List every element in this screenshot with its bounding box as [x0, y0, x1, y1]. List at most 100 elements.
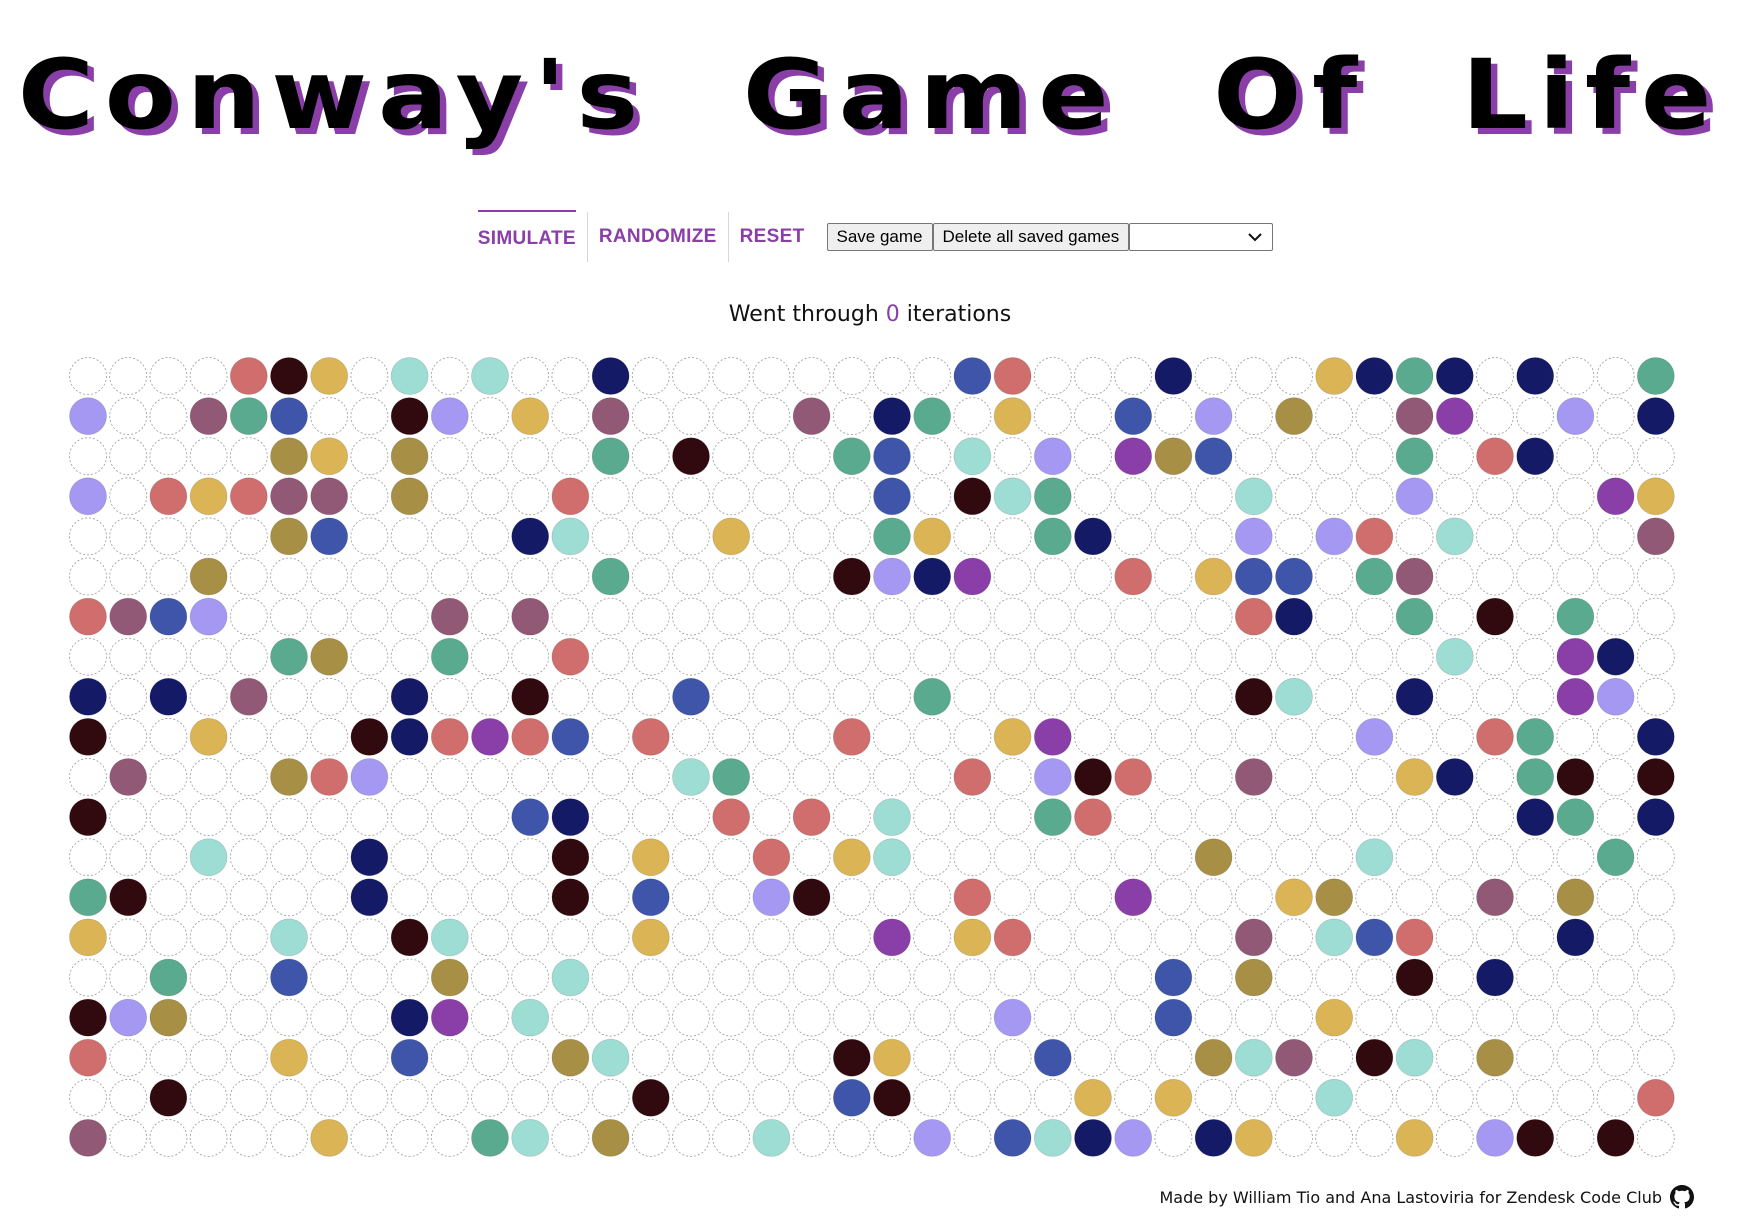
cell-dead[interactable] — [993, 597, 1032, 636]
cell-alive[interactable] — [270, 637, 308, 676]
cell-alive[interactable] — [270, 958, 308, 997]
cell-dead[interactable] — [1556, 718, 1595, 756]
cell-dead[interactable] — [873, 597, 911, 636]
cell-alive[interactable] — [1556, 677, 1595, 716]
cell-dead[interactable] — [1636, 878, 1675, 917]
cell-dead[interactable] — [1154, 397, 1193, 436]
cell-dead[interactable] — [1275, 637, 1313, 676]
cell-dead[interactable] — [672, 998, 710, 1037]
cell-dead[interactable] — [1395, 878, 1434, 917]
cell-dead[interactable] — [873, 718, 911, 756]
cell-dead[interactable] — [591, 798, 630, 836]
cell-dead[interactable] — [1114, 798, 1153, 836]
cell-dead[interactable] — [350, 998, 389, 1037]
cell-alive[interactable] — [1395, 1119, 1434, 1157]
cell-dead[interactable] — [229, 517, 268, 556]
cell-dead[interactable] — [310, 998, 349, 1037]
cell-alive[interactable] — [310, 637, 349, 676]
cell-dead[interactable] — [672, 918, 710, 957]
cell-alive[interactable] — [1636, 477, 1675, 516]
cell-dead[interactable] — [270, 597, 308, 636]
cell-dead[interactable] — [430, 557, 469, 596]
cell-dead[interactable] — [631, 798, 670, 836]
cell-alive[interactable] — [551, 637, 590, 676]
cell-alive[interactable] — [109, 597, 148, 636]
cell-dead[interactable] — [1395, 718, 1434, 756]
cell-alive[interactable] — [310, 357, 349, 395]
cell-dead[interactable] — [390, 1119, 429, 1157]
cell-dead[interactable] — [752, 357, 791, 395]
cell-dead[interactable] — [350, 1119, 389, 1157]
cell-dead[interactable] — [1154, 477, 1193, 516]
cell-alive[interactable] — [1516, 758, 1555, 796]
cell-alive[interactable] — [1154, 1078, 1193, 1117]
cell-alive[interactable] — [69, 677, 107, 716]
cell-alive[interactable] — [1636, 397, 1675, 436]
cell-dead[interactable] — [1556, 477, 1595, 516]
cell-dead[interactable] — [1596, 878, 1635, 917]
cell-dead[interactable] — [1435, 437, 1474, 476]
cell-dead[interactable] — [350, 357, 389, 395]
cell-dead[interactable] — [1154, 718, 1193, 756]
cell-dead[interactable] — [310, 1078, 349, 1117]
cell-alive[interactable] — [1074, 517, 1112, 556]
cell-alive[interactable] — [511, 718, 550, 756]
cell-dead[interactable] — [1476, 1078, 1514, 1117]
cell-dead[interactable] — [471, 878, 509, 917]
cell-dead[interactable] — [189, 1078, 228, 1117]
cell-dead[interactable] — [109, 517, 148, 556]
cell-dead[interactable] — [953, 1119, 992, 1157]
cell-alive[interactable] — [471, 357, 509, 395]
cell-dead[interactable] — [1315, 437, 1354, 476]
cell-dead[interactable] — [1114, 477, 1153, 516]
cell-dead[interactable] — [471, 918, 509, 957]
cell-dead[interactable] — [752, 758, 791, 796]
cell-dead[interactable] — [1435, 838, 1474, 877]
cell-dead[interactable] — [1315, 597, 1354, 636]
save-game-button[interactable]: Save game — [826, 223, 933, 251]
cell-dead[interactable] — [993, 758, 1032, 796]
cell-dead[interactable] — [1315, 718, 1354, 756]
cell-dead[interactable] — [913, 798, 952, 836]
cell-alive[interactable] — [229, 677, 268, 716]
cell-dead[interactable] — [913, 477, 952, 516]
cell-dead[interactable] — [953, 958, 992, 997]
cell-dead[interactable] — [1033, 918, 1072, 957]
cell-alive[interactable] — [1315, 998, 1354, 1037]
cell-alive[interactable] — [631, 918, 670, 957]
cell-alive[interactable] — [832, 1078, 871, 1117]
cell-dead[interactable] — [913, 718, 952, 756]
cell-alive[interactable] — [1395, 758, 1434, 796]
cell-alive[interactable] — [270, 477, 308, 516]
cell-dead[interactable] — [1596, 397, 1635, 436]
cell-dead[interactable] — [591, 958, 630, 997]
cell-dead[interactable] — [1234, 357, 1273, 395]
cell-dead[interactable] — [229, 557, 268, 596]
cell-alive[interactable] — [752, 878, 791, 917]
cell-dead[interactable] — [1033, 838, 1072, 877]
cell-dead[interactable] — [1556, 958, 1595, 997]
cell-alive[interactable] — [1114, 878, 1153, 917]
cell-dead[interactable] — [792, 477, 831, 516]
cell-dead[interactable] — [1194, 718, 1233, 756]
cell-dead[interactable] — [1596, 517, 1635, 556]
cell-dead[interactable] — [1194, 878, 1233, 917]
cell-alive[interactable] — [390, 357, 429, 395]
cell-dead[interactable] — [551, 597, 590, 636]
cell-alive[interactable] — [270, 437, 308, 476]
cell-alive[interactable] — [1275, 597, 1313, 636]
cell-dead[interactable] — [873, 677, 911, 716]
cell-dead[interactable] — [69, 357, 107, 395]
cell-alive[interactable] — [1395, 557, 1434, 596]
cell-alive[interactable] — [430, 958, 469, 997]
cell-alive[interactable] — [1033, 798, 1072, 836]
cell-alive[interactable] — [672, 437, 710, 476]
cell-dead[interactable] — [1556, 1119, 1595, 1157]
cell-dead[interactable] — [913, 437, 952, 476]
cell-alive[interactable] — [69, 1119, 107, 1157]
cell-alive[interactable] — [1636, 357, 1675, 395]
cell-dead[interactable] — [631, 517, 670, 556]
cell-dead[interactable] — [832, 477, 871, 516]
cell-dead[interactable] — [1556, 838, 1595, 877]
cell-dead[interactable] — [551, 677, 590, 716]
